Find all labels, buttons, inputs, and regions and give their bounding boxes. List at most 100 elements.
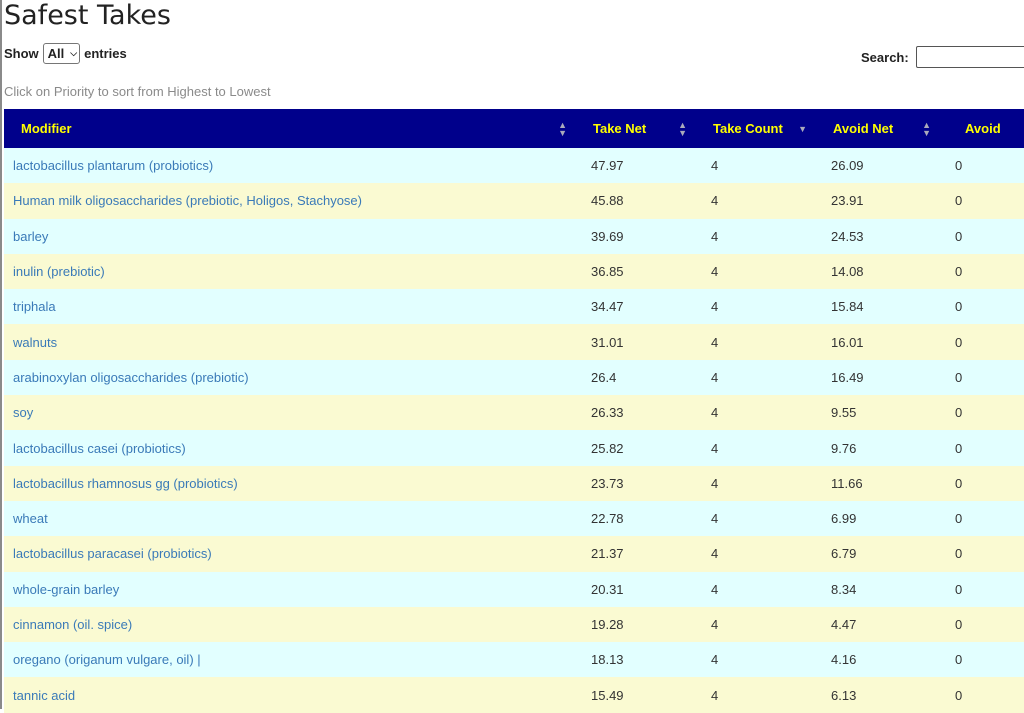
modifier-link[interactable]: barley xyxy=(4,219,575,254)
table-row: lactobacillus plantarum (probiotics) 47.9… xyxy=(4,148,1024,184)
avoid-cell: 0 xyxy=(955,511,963,527)
take-net-cell: 15.49 xyxy=(591,687,624,703)
table-row: arabinoxylan oligosaccharides (prebiotic… xyxy=(4,359,1024,396)
take-net-cell: 22.78 xyxy=(591,511,624,527)
take-net-cell: 34.47 xyxy=(591,299,624,315)
take-net-cell: 31.01 xyxy=(591,334,624,350)
sort-both-icon: ▲ ▼ xyxy=(922,120,931,138)
avoid-net-cell: 15.84 xyxy=(831,299,864,315)
table-row: lactobacillus rhamnosus gg (probiotics) 2… xyxy=(4,465,1024,501)
table-row: lactobacillus paracasei (probiotics) 21.3… xyxy=(4,536,1024,572)
search-label: Search: xyxy=(861,49,909,65)
avoid-cell: 0 xyxy=(955,546,963,562)
take-net-cell: 47.97 xyxy=(591,158,624,174)
avoid-net-cell: 9.55 xyxy=(831,405,857,421)
column-header-label: Take Count xyxy=(713,121,783,136)
avoid-cell: 0 xyxy=(955,405,963,421)
take-net-cell: 26.4 xyxy=(591,369,617,385)
sort-both-icon: ▲ ▼ xyxy=(558,120,567,138)
column-header-label: Modifier xyxy=(21,121,72,136)
avoid-cell: 0 xyxy=(955,687,963,703)
page-title: Safest Takes xyxy=(4,0,171,31)
take-net-cell: 18.13 xyxy=(591,652,624,668)
take-net-cell: 21.37 xyxy=(591,546,624,562)
avoid-cell: 0 xyxy=(955,440,963,456)
modifier-link[interactable]: tannic acid xyxy=(4,677,575,712)
modifier-link[interactable]: inulin (prebiotic) xyxy=(4,254,575,289)
take-net-cell: 36.85 xyxy=(591,264,624,280)
modifier-link[interactable]: whole-grain barley xyxy=(4,572,575,607)
take-net-cell: 26.33 xyxy=(591,405,624,421)
search-input[interactable] xyxy=(915,46,1024,68)
avoid-cell: 0 xyxy=(955,299,963,315)
modifier-link[interactable]: lactobacillus paracasei (probiotics) xyxy=(4,536,575,571)
chevron-down-icon: ⌵ xyxy=(70,48,78,58)
take-count-cell: 4 xyxy=(711,440,719,456)
take-count-cell: 4 xyxy=(711,687,719,703)
avoid-cell: 0 xyxy=(955,158,963,174)
avoid-cell: 0 xyxy=(955,228,963,244)
modifier-link[interactable]: lactobacillus rhamnosus gg (probiotics) xyxy=(4,466,575,501)
avoid-net-cell: 14.08 xyxy=(831,264,864,280)
table-header-row: Modifier ▲ ▼ Take Net ▲ ▼ Take Count ▼ Avo… xyxy=(4,109,1024,148)
avoid-cell: 0 xyxy=(955,369,963,385)
avoid-net-cell: 24.53 xyxy=(831,228,864,244)
avoid-cell: 0 xyxy=(955,652,963,668)
avoid-cell: 0 xyxy=(955,264,963,280)
column-header-avoid-net[interactable]: Avoid Net ▲ ▼ xyxy=(815,109,939,148)
modifier-link[interactable]: lactobacillus casei (probiotics) xyxy=(4,430,575,465)
table-row: oregano (origanum vulgare, oil) | 18.13 4 4… xyxy=(4,642,1024,678)
modifier-link[interactable]: lactobacillus plantarum (probiotics) xyxy=(4,148,575,183)
table-body: lactobacillus plantarum (probiotics) 47.9… xyxy=(4,148,1024,713)
column-header-take-count[interactable]: Take Count ▼ xyxy=(695,109,815,148)
entries-select[interactable]: All ⌵ xyxy=(42,43,81,64)
column-header-avoid[interactable]: Avoid xyxy=(939,109,1024,148)
take-count-cell: 4 xyxy=(711,334,719,350)
avoid-cell: 0 xyxy=(955,475,963,491)
table-row: cinnamon (oil. spice) 19.28 4 4.47 0 xyxy=(4,606,1024,643)
modifier-link[interactable]: triphala xyxy=(4,289,575,324)
take-net-cell: 23.73 xyxy=(591,475,624,491)
modifier-link[interactable]: cinnamon (oil. spice) xyxy=(4,607,575,642)
modifier-link[interactable]: arabinoxylan oligosaccharides (prebiotic… xyxy=(4,360,575,395)
modifier-link[interactable]: wheat xyxy=(4,501,575,536)
table-row: walnuts 31.01 4 16.01 0 xyxy=(4,324,1024,360)
avoid-net-cell: 9.76 xyxy=(831,440,857,456)
table-row: triphala 34.47 4 15.84 0 xyxy=(4,289,1024,325)
take-count-cell: 4 xyxy=(711,652,719,668)
modifier-link[interactable]: Human milk oligosaccharides (prebiotic, … xyxy=(4,183,575,218)
sort-desc-icon: ▼ xyxy=(798,124,807,134)
avoid-cell: 0 xyxy=(955,581,963,597)
avoid-net-cell: 8.34 xyxy=(831,581,857,597)
search-control: Search: xyxy=(861,46,1024,68)
avoid-net-cell: 6.13 xyxy=(831,687,857,703)
column-header-label: Avoid Net xyxy=(833,121,894,136)
take-count-cell: 4 xyxy=(711,228,719,244)
avoid-net-cell: 4.47 xyxy=(831,617,857,632)
avoid-cell: 0 xyxy=(955,193,963,209)
take-count-cell: 4 xyxy=(711,264,719,280)
results-table: Modifier ▲ ▼ Take Net ▲ ▼ Take Count ▼ Avo… xyxy=(4,109,1024,713)
modifier-link[interactable]: oregano (origanum vulgare, oil) | xyxy=(4,642,575,677)
avoid-net-cell: 11.66 xyxy=(831,475,863,491)
take-count-cell: 4 xyxy=(711,299,719,315)
take-count-cell: 4 xyxy=(711,405,719,421)
modifier-link[interactable]: soy xyxy=(4,395,575,430)
avoid-net-cell: 6.79 xyxy=(831,546,857,562)
take-net-cell: 20.31 xyxy=(591,581,624,597)
column-header-modifier[interactable]: Modifier ▲ ▼ xyxy=(4,109,575,148)
take-count-cell: 4 xyxy=(711,581,719,597)
column-header-label: Take Net xyxy=(593,121,647,136)
take-count-cell: 4 xyxy=(711,511,719,527)
modifier-link[interactable]: walnuts xyxy=(4,324,575,359)
avoid-net-cell: 16.49 xyxy=(831,369,864,385)
column-header-take-net[interactable]: Take Net ▲ ▼ xyxy=(575,109,695,148)
entries-select-value: All xyxy=(47,46,65,61)
take-net-cell: 25.82 xyxy=(591,440,624,456)
show-label: Show xyxy=(4,46,39,61)
take-count-cell: 4 xyxy=(711,475,719,491)
table-row: barley 39.69 4 24.53 0 xyxy=(4,218,1024,254)
table-row: Human milk oligosaccharides (prebiotic, … xyxy=(4,183,1024,219)
take-net-cell: 39.69 xyxy=(591,228,624,244)
table-row: wheat 22.78 4 6.99 0 xyxy=(4,500,1024,537)
